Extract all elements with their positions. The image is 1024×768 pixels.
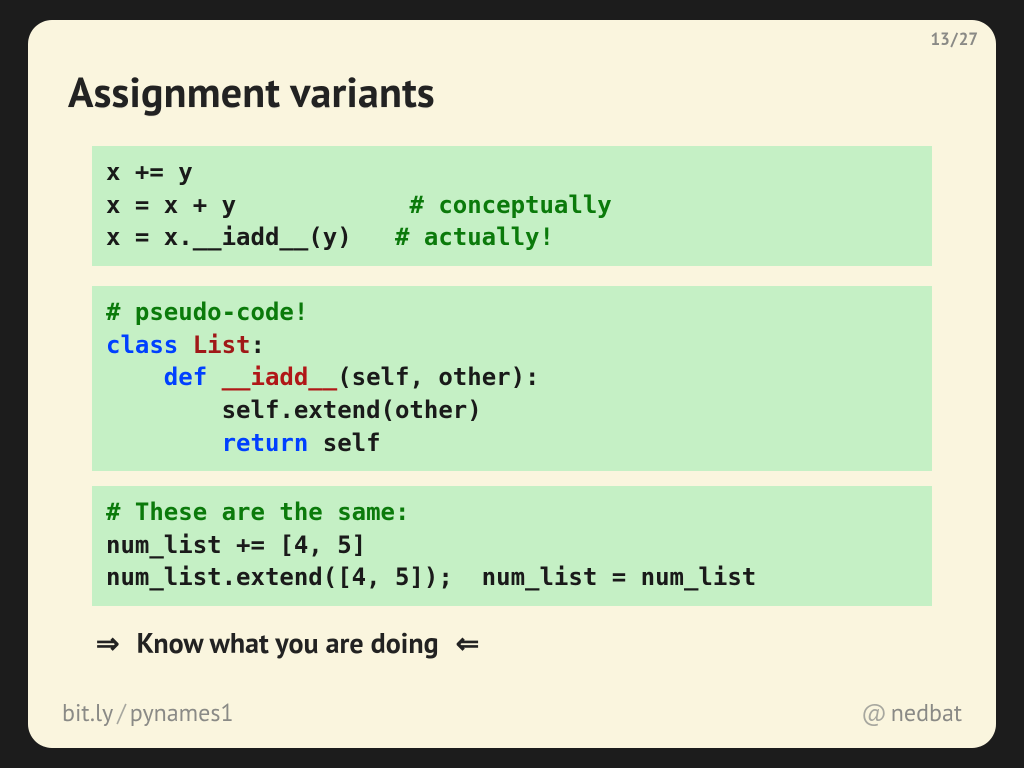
code-comment: # pseudo-code! (106, 298, 308, 326)
slide-title: Assignment variants (68, 64, 435, 119)
code-line: x = x.__iadd__(y) (106, 223, 395, 251)
code-line: x += y (106, 158, 193, 186)
code-block-list-iadd: # pseudo-code! class List: def __iadd__(… (92, 286, 932, 471)
code-line: num_list += [4, 5] (106, 531, 366, 559)
code-text (106, 429, 222, 457)
code-text: (self, other): (337, 363, 539, 391)
page-counter: 13/27 (931, 28, 979, 50)
code-keyword: return (222, 429, 309, 457)
page-total: 27 (959, 28, 978, 50)
callout: ⇒ Know what you are doing ⇐ (92, 624, 483, 661)
footer-handle-name: nedbat (891, 697, 962, 728)
code-line: self.extend(other) (106, 396, 482, 424)
code-comment: # These are the same: (106, 498, 409, 526)
code-line: num_list.extend([4, 5]); num_list = num_… (106, 563, 756, 591)
footer-handle[interactable]: @nedbat (861, 697, 962, 728)
code-keyword: class (106, 331, 178, 359)
footer-url-sep: / (113, 697, 130, 728)
code-text (106, 363, 164, 391)
code-keyword: def (164, 363, 207, 391)
slide: 13/27 Assignment variants x += y x = x +… (28, 20, 996, 748)
slide-footer: bit.ly/pynames1 @nedbat (62, 697, 962, 728)
code-block-augmented-assign: x += y x = x + y # conceptually x = x.__… (92, 146, 932, 266)
footer-url-path: pynames1 (130, 697, 234, 728)
page-current: 13 (931, 28, 950, 50)
arrow-right-icon: ⇒ (92, 624, 123, 661)
page-sep: / (950, 28, 959, 50)
code-block-equivalence: # These are the same: num_list += [4, 5]… (92, 486, 932, 606)
code-classname: List (193, 331, 251, 359)
code-funcname: __iadd__ (222, 363, 338, 391)
footer-link[interactable]: bit.ly/pynames1 (62, 697, 234, 728)
code-line: x = x + y (106, 191, 409, 219)
code-comment: # actually! (395, 223, 554, 251)
arrow-left-icon: ⇐ (452, 624, 483, 661)
at-icon: @ (861, 697, 891, 728)
code-comment: # conceptually (409, 191, 611, 219)
code-text (178, 331, 192, 359)
code-text (207, 363, 221, 391)
code-text: : (251, 331, 265, 359)
callout-text: Know what you are doing (131, 624, 445, 661)
code-text: self (308, 429, 380, 457)
footer-url-host: bit.ly (62, 697, 113, 728)
